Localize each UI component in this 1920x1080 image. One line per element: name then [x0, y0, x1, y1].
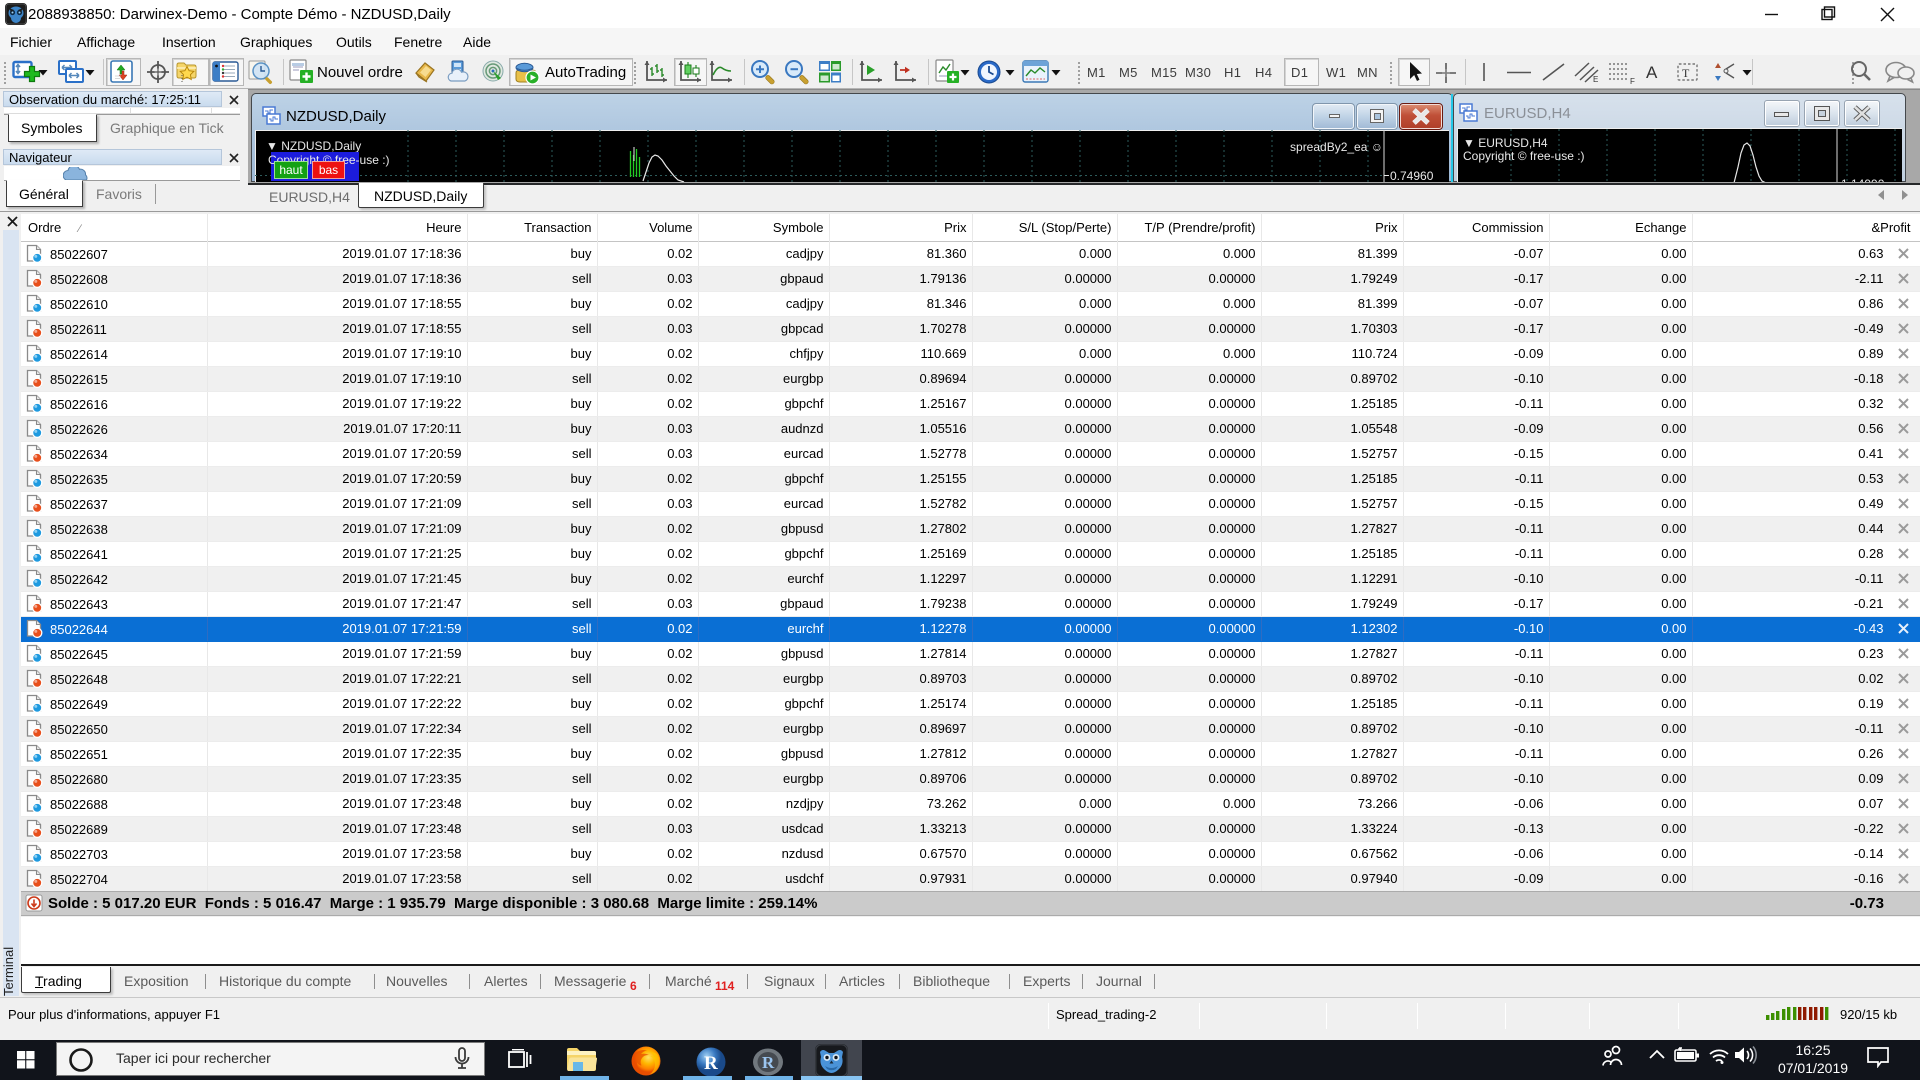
- svg-text:E: E: [1593, 75, 1598, 84]
- svg-text:T: T: [1682, 66, 1690, 80]
- svg-text:R: R: [762, 1053, 775, 1072]
- svg-text:1.14990: 1.14990: [1841, 177, 1885, 182]
- svg-text:R: R: [704, 1053, 718, 1074]
- svg-text:F: F: [1630, 77, 1635, 86]
